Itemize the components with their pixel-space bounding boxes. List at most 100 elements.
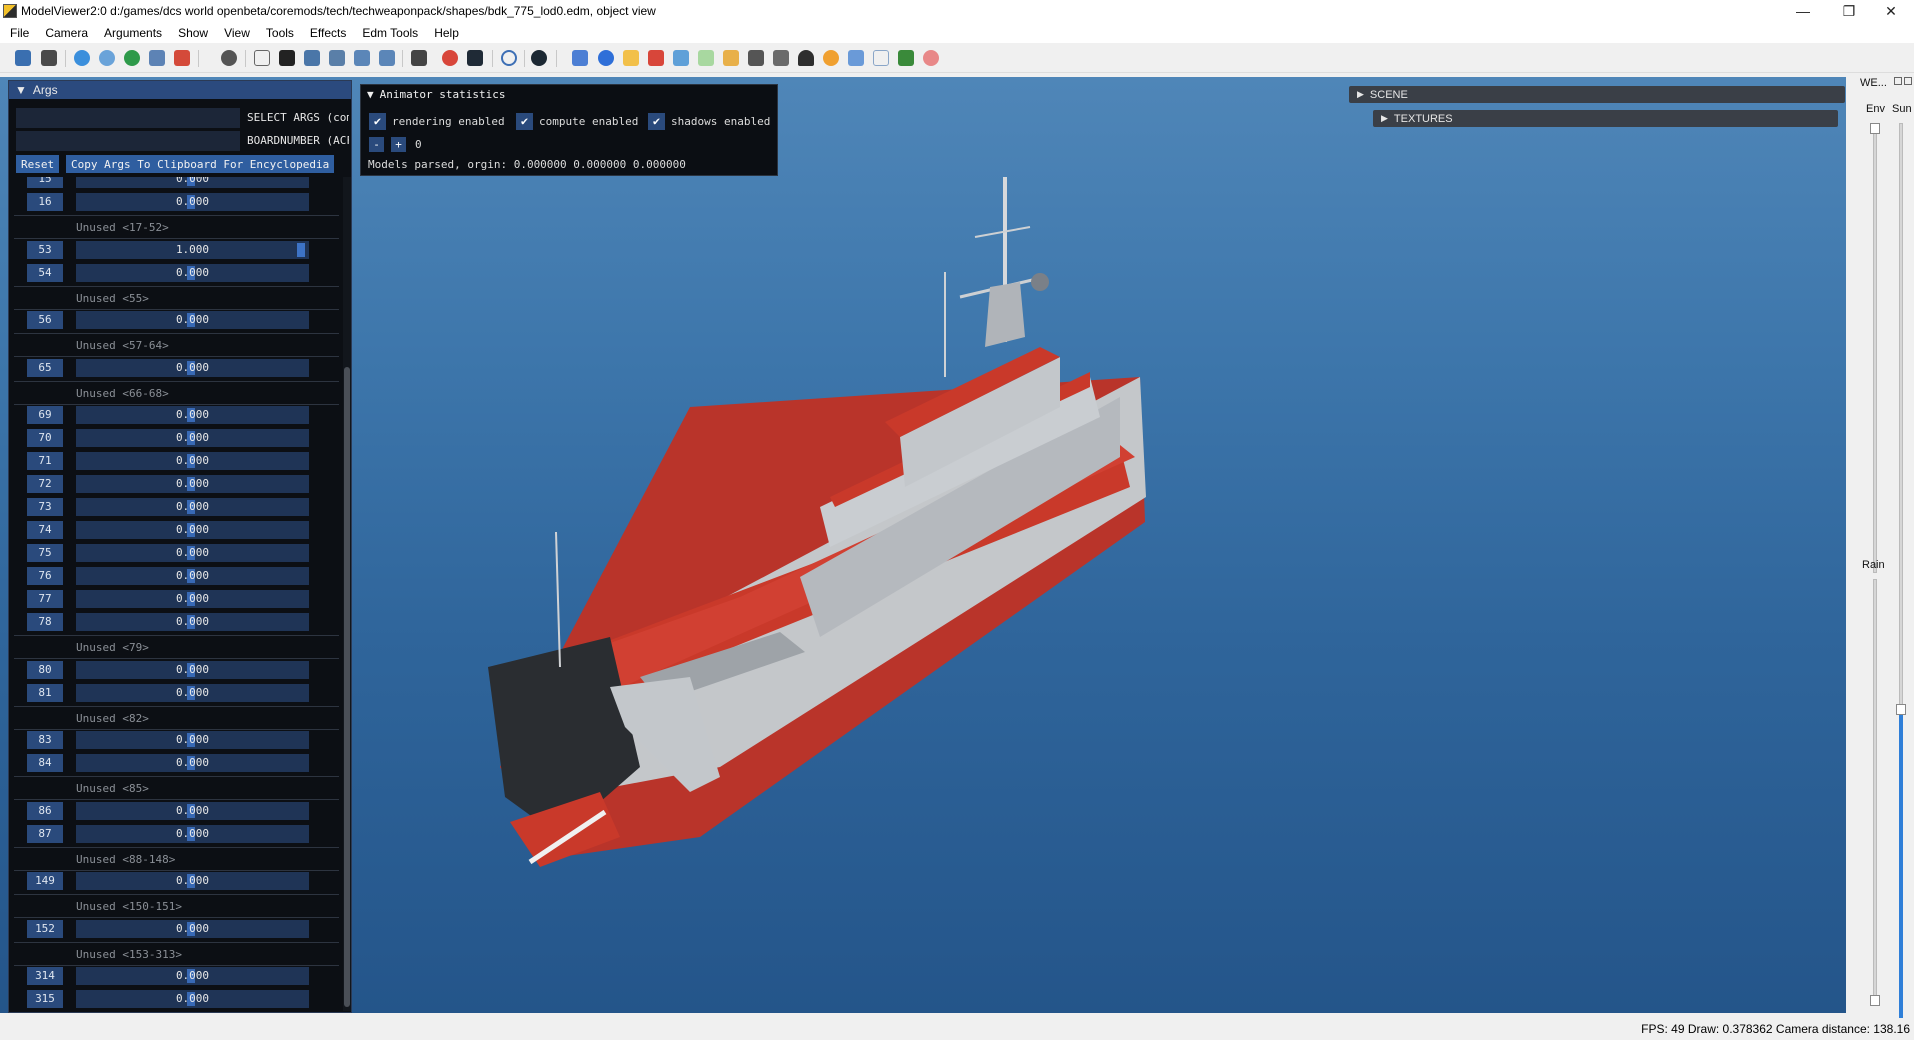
- scene-tree-header[interactable]: ▶ SCENE: [1349, 86, 1845, 103]
- arg-value-slider[interactable]: 0.000: [76, 660, 309, 679]
- sun-icon[interactable]: [823, 50, 839, 66]
- arg-value-slider[interactable]: 0.000: [76, 406, 309, 424]
- copy-args-button[interactable]: Copy Args To Clipboard For Encyclopedia: [66, 155, 335, 173]
- dots-icon[interactable]: [898, 50, 914, 66]
- reset-button[interactable]: Reset: [16, 155, 60, 173]
- compute-enabled-checkbox[interactable]: ✔: [516, 113, 533, 130]
- filter-icon[interactable]: [304, 50, 320, 66]
- arg-value-slider[interactable]: 0.000: [76, 567, 309, 585]
- increment-button[interactable]: +: [391, 137, 406, 152]
- reload-icon[interactable]: [124, 50, 140, 66]
- decrement-button[interactable]: -: [369, 137, 384, 152]
- close-button[interactable]: ✕: [1868, 0, 1914, 22]
- pen-icon[interactable]: [723, 50, 739, 66]
- rain-slider-thumb[interactable]: [1870, 995, 1880, 1006]
- arg-value-slider[interactable]: 0.000: [76, 683, 309, 702]
- float-icon[interactable]: [1894, 77, 1902, 85]
- select-args-input[interactable]: [16, 108, 240, 128]
- arg-value-slider[interactable]: 0.000: [76, 544, 309, 562]
- help-icon[interactable]: [923, 50, 939, 66]
- arg-value-slider[interactable]: 0.000: [76, 731, 309, 749]
- arg-value-slider[interactable]: 0.000: [76, 521, 309, 539]
- save-icon[interactable]: [15, 50, 31, 66]
- menu-tools[interactable]: Tools: [256, 26, 300, 40]
- args-scrollbar-thumb[interactable]: [344, 367, 350, 1007]
- boardnumber-input[interactable]: [16, 131, 240, 151]
- cube-icon[interactable]: [598, 50, 614, 66]
- vehicle-icon[interactable]: [798, 50, 814, 66]
- slider-grab[interactable]: [297, 242, 305, 257]
- undo-icon[interactable]: [501, 50, 517, 66]
- open-icon[interactable]: [41, 50, 57, 66]
- args-scrollbar[interactable]: [343, 177, 351, 1011]
- image-icon[interactable]: [411, 50, 427, 66]
- rain-slider-track[interactable]: [1873, 579, 1877, 1004]
- axis-icon[interactable]: [848, 50, 864, 66]
- args-panel-header[interactable]: ▼ Args: [9, 81, 351, 99]
- arg-value-slider[interactable]: 1.000: [76, 240, 309, 259]
- menu-edm-tools[interactable]: Edm Tools: [352, 26, 424, 40]
- arg-value-slider[interactable]: 0.000: [76, 429, 309, 447]
- arg-value-slider[interactable]: 0.000: [76, 967, 309, 985]
- arg-value-slider[interactable]: 0.000: [76, 263, 309, 282]
- arg-value-slider[interactable]: 0.000: [76, 824, 309, 843]
- chart-icon[interactable]: [572, 50, 588, 66]
- arg-value-slider[interactable]: 0.000: [76, 919, 309, 938]
- arg-value-slider[interactable]: 0.000: [76, 754, 309, 772]
- arg-value-slider[interactable]: 0.000: [76, 177, 309, 188]
- grid-icon[interactable]: [149, 50, 165, 66]
- camera-icon[interactable]: [221, 50, 237, 66]
- shadows-enabled-label: shadows enabled: [671, 115, 771, 128]
- arg-value-slider[interactable]: 0.000: [76, 801, 309, 820]
- target-icon[interactable]: [279, 50, 295, 66]
- rendering-enabled-checkbox[interactable]: ✔: [369, 113, 386, 130]
- arg-value-slider[interactable]: 0.000: [76, 193, 309, 211]
- map-icon[interactable]: [698, 50, 714, 66]
- folder-icon[interactable]: [623, 50, 639, 66]
- sphere-icon[interactable]: [74, 50, 90, 66]
- menu-arguments[interactable]: Arguments: [94, 26, 168, 40]
- maximize-button[interactable]: ❐: [1826, 0, 1872, 22]
- args-list[interactable]: 15 0.000 16 0.000 Unused <17-52> 53 1.000 54 0.0…: [14, 177, 339, 1011]
- sun-slider-track[interactable]: [1899, 123, 1903, 783]
- arg-value-slider[interactable]: 0.000: [76, 613, 309, 631]
- animator-header[interactable]: ▼ Animator statistics: [361, 85, 777, 103]
- minimize-button[interactable]: —: [1780, 0, 1826, 22]
- crosshair-icon[interactable]: [254, 50, 270, 66]
- env-slider-thumb[interactable]: [1870, 123, 1880, 134]
- box-icon[interactable]: [648, 50, 664, 66]
- arrow-left-icon[interactable]: [379, 50, 395, 66]
- arg-value-slider[interactable]: 0.000: [76, 475, 309, 493]
- refresh-icon[interactable]: [99, 50, 115, 66]
- close-icon[interactable]: [1904, 77, 1912, 85]
- select-args-field[interactable]: SELECT ARGS (com: [16, 108, 349, 128]
- tool-icon[interactable]: [748, 50, 764, 66]
- arg-value-slider[interactable]: 0.000: [76, 872, 309, 890]
- person-icon[interactable]: [329, 50, 345, 66]
- menu-show[interactable]: Show: [168, 26, 214, 40]
- arg-value-slider[interactable]: 0.000: [76, 590, 309, 608]
- boardnumber-field[interactable]: BOARDNUMBER (ACF: [16, 131, 349, 151]
- warning-icon[interactable]: [174, 50, 190, 66]
- arg-value-slider[interactable]: 0.000: [76, 311, 309, 329]
- film-icon[interactable]: [467, 50, 483, 66]
- menu-camera[interactable]: Camera: [35, 26, 94, 40]
- shadows-enabled-checkbox[interactable]: ✔: [648, 113, 665, 130]
- arg-value-slider[interactable]: 0.000: [76, 990, 309, 1008]
- record-icon[interactable]: [531, 50, 547, 66]
- arg-value-slider[interactable]: 0.000: [76, 358, 309, 377]
- menu-file[interactable]: File: [0, 26, 35, 40]
- table-icon[interactable]: [873, 50, 889, 66]
- layers-icon[interactable]: [673, 50, 689, 66]
- palette-icon[interactable]: [442, 50, 458, 66]
- sun-slider-thumb[interactable]: [1896, 704, 1906, 715]
- textures-tree-header[interactable]: ▶ TEXTURES: [1373, 110, 1838, 127]
- menu-view[interactable]: View: [214, 26, 256, 40]
- arg-value-slider[interactable]: 0.000: [76, 452, 309, 470]
- menu-effects[interactable]: Effects: [300, 26, 352, 40]
- env-slider-track[interactable]: [1873, 123, 1877, 573]
- arrow-right-icon[interactable]: [354, 50, 370, 66]
- ship-icon[interactable]: [773, 50, 789, 66]
- arg-value-slider[interactable]: 0.000: [76, 498, 309, 516]
- menu-help[interactable]: Help: [424, 26, 465, 40]
